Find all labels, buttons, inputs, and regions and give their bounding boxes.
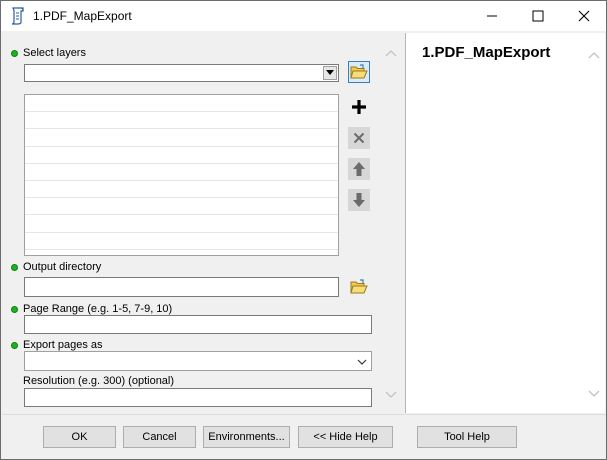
open-folder-icon: [350, 64, 368, 79]
arrow-up-icon: [353, 162, 365, 176]
remove-layer-button[interactable]: [348, 127, 370, 149]
scroll-down-icon[interactable]: [385, 390, 397, 402]
scroll-up-icon[interactable]: [385, 48, 397, 60]
plus-icon: [352, 100, 366, 114]
environments-button[interactable]: Environments...: [203, 426, 290, 448]
required-indicator-icon: [11, 264, 18, 271]
dialog-button-bar: OK Cancel Environments... << Hide Help T…: [2, 414, 606, 459]
resolution-input[interactable]: [24, 388, 372, 407]
cancel-button[interactable]: Cancel: [123, 426, 196, 448]
help-pane[interactable]: 1.PDF_MapExport: [405, 33, 605, 413]
page-range-label: Page Range (e.g. 1-5, 7-9, 10): [23, 303, 173, 315]
x-icon: [353, 132, 365, 144]
list-item[interactable]: [25, 147, 338, 164]
dropdown-arrow-icon[interactable]: [323, 66, 337, 80]
list-item[interactable]: [25, 112, 338, 130]
window-title: 1.PDF_MapExport: [33, 9, 132, 23]
export-pages-as-label: Export pages as: [23, 339, 103, 351]
close-button[interactable]: [561, 1, 607, 31]
browse-output-button[interactable]: [348, 276, 370, 298]
title-bar[interactable]: 1.PDF_MapExport: [1, 1, 606, 31]
resolution-label: Resolution (e.g. 300) (optional): [23, 375, 175, 387]
browse-layers-button[interactable]: [348, 61, 370, 83]
maximize-button[interactable]: [515, 1, 561, 31]
list-item[interactable]: [25, 215, 338, 233]
list-item[interactable]: [25, 164, 338, 181]
scroll-down-icon[interactable]: [588, 389, 600, 401]
script-tool-icon: [10, 7, 26, 25]
list-item[interactable]: [25, 129, 338, 147]
arrow-down-icon: [353, 193, 365, 207]
list-item[interactable]: [25, 95, 338, 113]
hide-help-button[interactable]: << Hide Help: [298, 426, 393, 448]
ok-button[interactable]: OK: [43, 426, 116, 448]
minimize-button[interactable]: [469, 1, 515, 31]
list-item[interactable]: [25, 198, 338, 216]
layers-list[interactable]: [24, 94, 339, 256]
help-title: 1.PDF_MapExport: [422, 44, 551, 61]
chevron-down-icon: [357, 357, 367, 369]
open-folder-icon: [350, 279, 368, 294]
required-indicator-icon: [11, 342, 18, 349]
tool-help-button[interactable]: Tool Help: [417, 426, 517, 448]
output-directory-label: Output directory: [23, 261, 102, 273]
select-layers-combo[interactable]: [24, 64, 339, 82]
tool-dialog-window: 1.PDF_MapExport Select layers Output dir…: [0, 0, 607, 460]
scroll-up-icon[interactable]: [588, 50, 600, 62]
required-indicator-icon: [11, 306, 18, 313]
select-layers-label: Select layers: [23, 47, 86, 59]
add-layer-button[interactable]: [348, 96, 370, 118]
list-item[interactable]: [25, 181, 338, 199]
page-range-input[interactable]: [24, 315, 372, 334]
list-item[interactable]: [25, 233, 338, 250]
move-down-button[interactable]: [348, 189, 370, 211]
required-indicator-icon: [11, 50, 18, 57]
export-pages-as-select[interactable]: [24, 351, 372, 371]
output-directory-input[interactable]: [24, 277, 339, 297]
move-up-button[interactable]: [348, 158, 370, 180]
parameters-pane[interactable]: Select layers Output directory Page Rang…: [4, 33, 402, 413]
